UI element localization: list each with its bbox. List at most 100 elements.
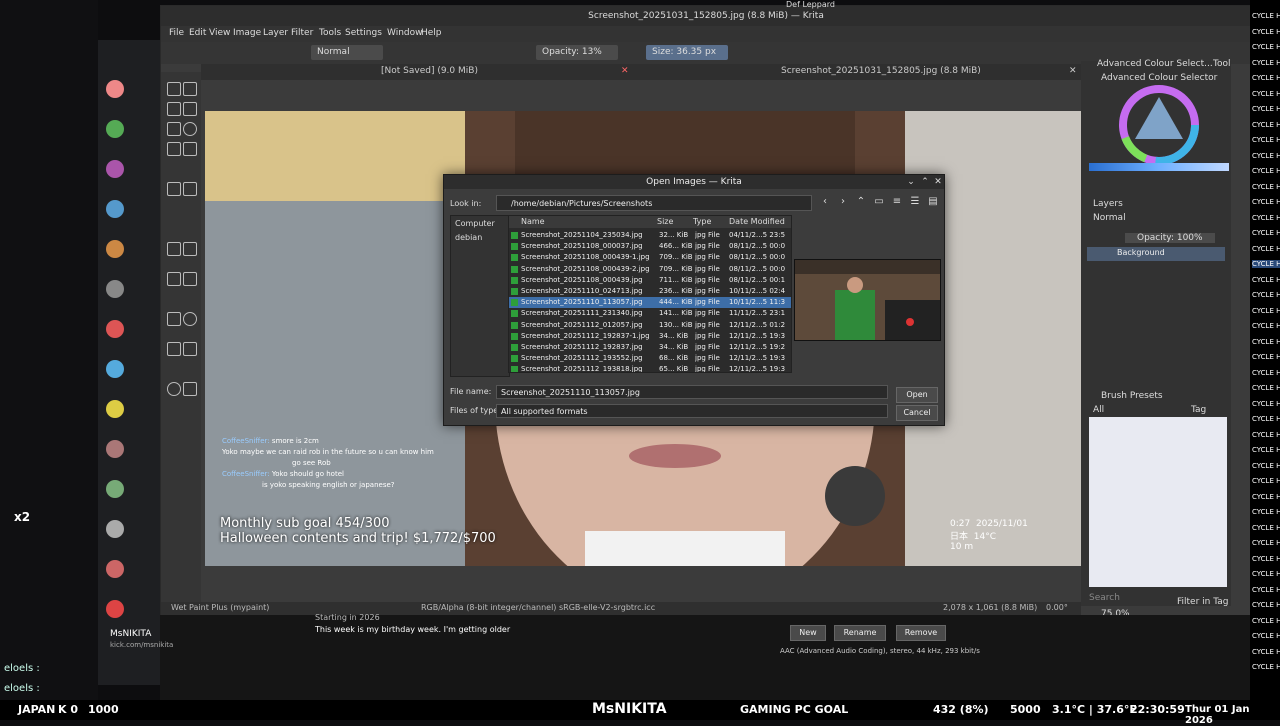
forward-icon[interactable]: › (836, 195, 850, 209)
server-icon[interactable] (106, 360, 124, 378)
menu-edit[interactable]: Edit (189, 28, 206, 38)
file-row[interactable]: Screenshot_20251104_235034.jpg 32... KiB j… (509, 230, 791, 241)
color-wheel[interactable] (1119, 85, 1199, 165)
ellipse-tool-icon[interactable] (183, 122, 197, 136)
menu-window[interactable]: Window (387, 28, 423, 38)
polygon-tool-icon[interactable] (167, 142, 181, 156)
col-date[interactable]: Date Modified (729, 217, 785, 226)
new-button[interactable]: New (790, 625, 826, 641)
remove-button[interactable]: Remove (896, 625, 946, 641)
layers-opacity[interactable]: Opacity: 100% (1125, 233, 1215, 243)
server-icon[interactable] (106, 480, 124, 498)
move-tool-icon[interactable] (183, 182, 197, 196)
file-row[interactable]: Screenshot_20251110_024713.jpg 236... KiB… (509, 286, 791, 297)
brush-tag[interactable]: Tag (1191, 405, 1206, 415)
file-row[interactable]: Screenshot_20251108_000439.jpg 711... KiB… (509, 275, 791, 286)
file-row[interactable]: Screenshot_20251112_193818.jpg 65... KiB j… (509, 364, 791, 372)
zoom-tool-icon[interactable] (167, 382, 181, 396)
menu-layer[interactable]: Layer (263, 28, 288, 38)
menu-filter[interactable]: Filter (291, 28, 313, 38)
detail-view-icon[interactable]: ☰ (908, 195, 922, 209)
maximize-icon[interactable]: ⌃ (920, 177, 930, 187)
brush-grid[interactable] (1089, 417, 1227, 587)
layers-blend-mode[interactable]: Normal (1093, 213, 1126, 223)
tab-unsaved[interactable]: [Not Saved] (9.0 MiB) (381, 66, 478, 76)
tab-tool-options[interactable]: Tool Optio... (1213, 59, 1231, 69)
gradient-tool-icon[interactable] (167, 242, 181, 256)
blend-mode-select[interactable]: Normal (311, 45, 383, 60)
brush-filter[interactable]: All (1093, 405, 1104, 415)
rename-button[interactable]: Rename (834, 625, 886, 641)
filter-in-tag[interactable]: Filter in Tag (1177, 597, 1228, 607)
server-icon[interactable] (106, 400, 124, 418)
file-type-select[interactable]: All supported formats (496, 404, 888, 418)
back-icon[interactable]: ‹ (818, 195, 832, 209)
menu-help[interactable]: Help (421, 28, 442, 38)
file-row[interactable]: Screenshot_20251112_012057.jpg 130... KiB… (509, 320, 791, 331)
server-icon[interactable] (106, 120, 124, 138)
color-picker-icon[interactable] (183, 242, 197, 256)
magic-wand-icon[interactable] (183, 342, 197, 356)
file-row[interactable]: Screenshot_20251112_192837-1.jpg 34... Ki… (509, 331, 791, 342)
tab-color-selector[interactable]: Advanced Colour Select... (1097, 59, 1213, 69)
col-name[interactable]: Name (521, 217, 545, 226)
place-debian[interactable]: debian (455, 233, 482, 242)
server-icon[interactable] (106, 160, 124, 178)
select-tool-icon[interactable] (167, 82, 181, 96)
assistant-tool-icon[interactable] (183, 272, 197, 286)
server-icon[interactable] (106, 520, 124, 538)
line-tool-icon[interactable] (183, 102, 197, 116)
minimize-icon[interactable]: ⌄ (906, 177, 916, 187)
file-row[interactable]: Screenshot_20251112_192837.jpg 34... KiB j… (509, 342, 791, 353)
server-icon[interactable] (106, 240, 124, 258)
file-row[interactable]: Screenshot_20251110_113057.jpg 444... KiB… (509, 297, 791, 309)
file-row[interactable]: Screenshot_20251112_193552.jpg 68... KiB j… (509, 353, 791, 364)
col-type[interactable]: Type (693, 217, 711, 226)
server-icon[interactable] (106, 200, 124, 218)
file-row[interactable]: Screenshot_20251108_000439-1.jpg 709... K… (509, 252, 791, 263)
cancel-button[interactable]: Cancel (896, 405, 938, 421)
up-icon[interactable]: ⌃ (854, 195, 868, 209)
server-icon[interactable] (106, 280, 124, 298)
brush-search[interactable]: Search (1089, 593, 1120, 603)
server-icon[interactable] (106, 80, 124, 98)
file-name-input[interactable]: Screenshot_20251110_113057.jpg (496, 385, 888, 399)
rect-select-icon[interactable] (167, 312, 181, 326)
file-row[interactable]: Screenshot_20251108_000439-2.jpg 709... K… (509, 264, 791, 275)
path-tool-icon[interactable] (183, 142, 197, 156)
list-view-icon[interactable]: ≡ (890, 195, 904, 209)
look-in-combo[interactable]: /home/debian/Pictures/Screenshots (496, 195, 812, 211)
rectangle-tool-icon[interactable] (167, 122, 181, 136)
brush-tool-icon[interactable] (167, 102, 181, 116)
col-size[interactable]: Size (657, 217, 673, 226)
menu-settings[interactable]: Settings (345, 28, 382, 38)
opacity-slider[interactable]: Opacity: 13% (536, 45, 618, 60)
new-folder-icon[interactable]: ▭ (872, 195, 886, 209)
transform-tool-icon[interactable] (167, 182, 181, 196)
server-icon[interactable] (106, 600, 124, 618)
open-button[interactable]: Open (896, 387, 938, 403)
menu-tools[interactable]: Tools (319, 28, 341, 38)
preview-toggle-icon[interactable]: ▤ (926, 195, 940, 209)
text-tool-icon[interactable] (183, 82, 197, 96)
server-icon[interactable] (106, 320, 124, 338)
tab-screenshot[interactable]: Screenshot_20251031_152805.jpg (8.8 MiB) (781, 66, 981, 76)
server-icon[interactable] (106, 560, 124, 578)
ellipse-select-icon[interactable] (183, 312, 197, 326)
menu-view[interactable]: View (209, 28, 230, 38)
fill-tool-icon[interactable] (167, 272, 181, 286)
file-row[interactable]: Screenshot_20251111_231340.jpg 141... KiB… (509, 308, 791, 319)
close-icon[interactable]: ✕ (933, 177, 943, 187)
lasso-select-icon[interactable] (167, 342, 181, 356)
layer-row[interactable]: Background (1087, 247, 1225, 261)
close-icon[interactable]: ✕ (621, 66, 629, 76)
server-icon[interactable] (106, 440, 124, 458)
menu-image[interactable]: Image (233, 28, 261, 38)
color-slider[interactable] (1089, 163, 1229, 171)
size-slider[interactable]: Size: 36.35 px (646, 45, 728, 60)
place-computer[interactable]: Computer (455, 219, 495, 228)
menu-file[interactable]: File (169, 28, 184, 38)
close-icon[interactable]: ✕ (1069, 66, 1077, 76)
file-row[interactable]: Screenshot_20251108_000037.jpg 466... KiB… (509, 241, 791, 252)
pan-tool-icon[interactable] (183, 382, 197, 396)
